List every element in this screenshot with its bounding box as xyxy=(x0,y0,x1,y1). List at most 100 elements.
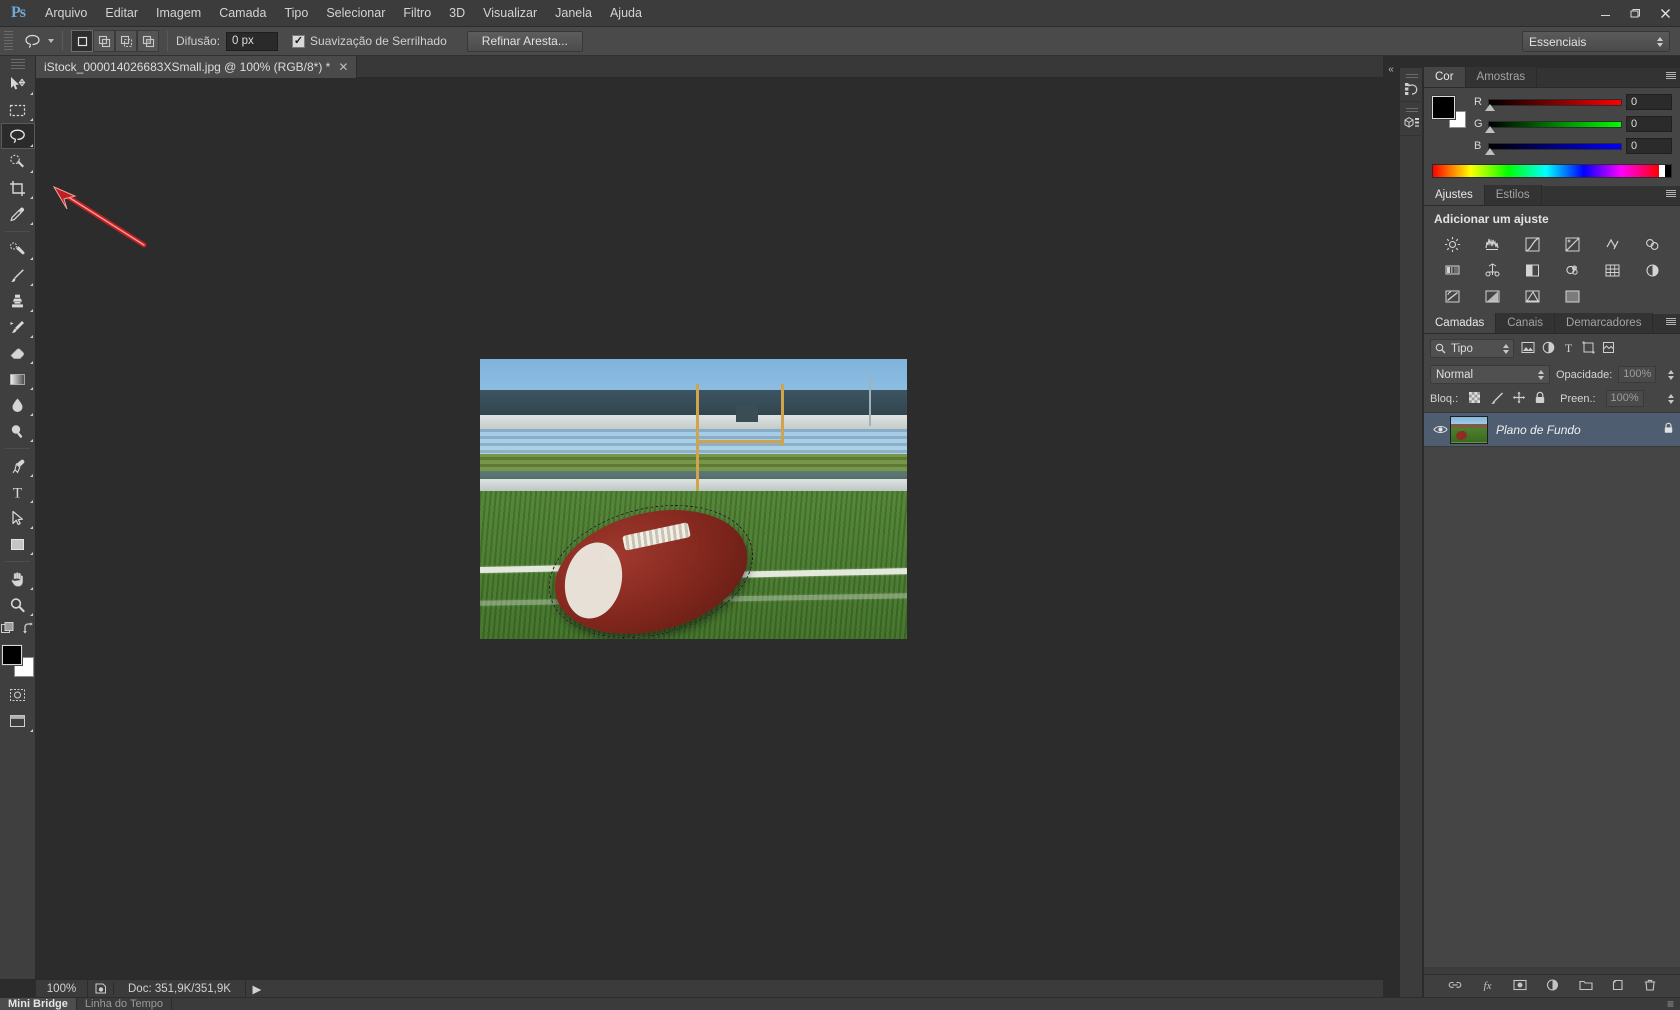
dodge-tool[interactable] xyxy=(1,418,35,444)
vibrance-icon[interactable] xyxy=(1601,234,1623,254)
menu-visualizar[interactable]: Visualizar xyxy=(474,0,546,27)
photo-filter-icon[interactable] xyxy=(1521,260,1543,280)
feather-input[interactable]: 0 px xyxy=(226,31,279,51)
menu-editar[interactable]: Editar xyxy=(96,0,147,27)
layer-style-icon[interactable]: fx xyxy=(1481,979,1494,994)
rectangular-marquee-tool[interactable] xyxy=(1,97,35,123)
tab-canais[interactable]: Canais xyxy=(1496,313,1556,333)
layers-panel-menu-icon[interactable] xyxy=(1666,318,1676,325)
tab-demarcadores[interactable]: Demarcadores xyxy=(1555,313,1654,333)
delete-layer-icon[interactable] xyxy=(1644,979,1656,994)
layer-name-label[interactable]: Plano de Fundo xyxy=(1496,423,1663,437)
pixel-layer-filter-icon[interactable] xyxy=(1521,341,1535,357)
curves-icon[interactable] xyxy=(1521,234,1543,254)
lasso-tool[interactable] xyxy=(0,123,35,149)
black-white-icon[interactable] xyxy=(1481,260,1503,280)
zoom-level-field[interactable]: 100% xyxy=(36,979,88,998)
menu-3d[interactable]: 3D xyxy=(440,0,474,27)
lock-all-icon[interactable] xyxy=(1534,391,1546,407)
opacity-value[interactable]: 100% xyxy=(1618,366,1657,383)
color-balance-icon[interactable] xyxy=(1441,260,1463,280)
clone-stamp-tool[interactable] xyxy=(1,288,35,314)
crop-tool[interactable] xyxy=(1,175,35,201)
history-brush-tool[interactable] xyxy=(1,314,35,340)
workspace-selector[interactable]: Essenciais xyxy=(1522,31,1670,52)
document-image-football-field[interactable] xyxy=(480,359,907,639)
close-button[interactable] xyxy=(1650,0,1680,27)
channel-mixer-icon[interactable] xyxy=(1561,260,1583,280)
path-selection-tool[interactable] xyxy=(1,505,35,531)
layer-filter-stepper-icon[interactable] xyxy=(1503,343,1509,354)
layer-filter-type-select[interactable]: Tipo xyxy=(1430,339,1514,358)
green-value-field[interactable]: 0 xyxy=(1626,116,1672,132)
subtract-from-selection-button[interactable] xyxy=(115,30,137,52)
link-layers-icon[interactable] xyxy=(1448,979,1462,994)
new-group-icon[interactable] xyxy=(1579,979,1593,994)
hand-tool[interactable] xyxy=(1,566,35,592)
horizontal-type-tool[interactable]: T xyxy=(1,479,35,505)
smart-object-filter-icon[interactable] xyxy=(1602,341,1615,357)
color-panel-foreground-swatch[interactable] xyxy=(1431,95,1456,120)
gradient-tool[interactable] xyxy=(1,366,35,392)
lock-position-icon[interactable] xyxy=(1512,391,1526,407)
close-icon[interactable]: ✕ xyxy=(338,60,348,74)
tab-estilos[interactable]: Estilos xyxy=(1484,185,1542,205)
eraser-tool[interactable] xyxy=(1,340,35,366)
color-panel-menu-icon[interactable] xyxy=(1666,72,1676,79)
antialias-checkbox[interactable]: ✓ xyxy=(292,34,306,48)
color-spectrum-ramp[interactable] xyxy=(1432,164,1672,178)
hue-saturation-icon[interactable] xyxy=(1641,234,1663,254)
blend-mode-stepper-icon[interactable] xyxy=(1538,369,1544,380)
fill-stepper-icon[interactable] xyxy=(1668,393,1674,404)
tab-linha-do-tempo[interactable]: Linha do Tempo xyxy=(76,997,172,1010)
adjustment-layer-filter-icon[interactable] xyxy=(1542,341,1555,357)
edit-in-quick-mask-icon[interactable] xyxy=(0,622,15,638)
tool-preset-chevron-icon[interactable] xyxy=(48,39,54,43)
minimize-button[interactable] xyxy=(1590,0,1620,27)
opacity-stepper-icon[interactable] xyxy=(1668,369,1674,380)
football-object[interactable] xyxy=(534,485,768,639)
menu-tipo[interactable]: Tipo xyxy=(275,0,317,27)
menu-imagem[interactable]: Imagem xyxy=(147,0,210,27)
menu-filtro[interactable]: Filtro xyxy=(394,0,440,27)
red-value-field[interactable]: 0 xyxy=(1626,94,1672,110)
move-tool[interactable] xyxy=(1,71,35,97)
restore-button[interactable] xyxy=(1620,0,1650,27)
quick-mask-mode-button[interactable] xyxy=(1,682,35,708)
color-swatches[interactable] xyxy=(0,644,35,678)
zoom-tool[interactable] xyxy=(1,592,35,618)
refine-edge-button[interactable]: Refinar Aresta... xyxy=(466,30,583,52)
quick-selection-tool[interactable] xyxy=(1,149,35,175)
menu-arquivo[interactable]: Arquivo xyxy=(36,0,96,27)
swap-colors-icon[interactable] xyxy=(22,622,35,638)
new-selection-button[interactable] xyxy=(71,30,93,52)
tab-cor[interactable]: Cor xyxy=(1424,67,1466,87)
foreground-color-swatch[interactable] xyxy=(0,644,23,666)
menu-camada[interactable]: Camada xyxy=(210,0,275,27)
document-tab[interactable]: iStock_000014026683XSmall.jpg @ 100% (RG… xyxy=(36,56,358,78)
bottom-bar-menu-icon[interactable]: ≡ xyxy=(1667,997,1680,1010)
brightness-contrast-icon[interactable] xyxy=(1441,234,1463,254)
intersect-with-selection-button[interactable] xyxy=(137,30,159,52)
selective-color-icon[interactable] xyxy=(1561,286,1583,306)
blue-slider-track[interactable] xyxy=(1485,142,1622,155)
pen-tool[interactable] xyxy=(1,453,35,479)
tab-ajustes[interactable]: Ajustes xyxy=(1424,185,1485,205)
menu-janela[interactable]: Janela xyxy=(546,0,601,27)
canvas-area[interactable] xyxy=(36,78,1383,979)
rectangle-tool[interactable] xyxy=(1,531,35,557)
lock-transparent-pixels-icon[interactable] xyxy=(1468,391,1481,407)
shape-layer-filter-icon[interactable] xyxy=(1582,341,1595,357)
lock-image-pixels-icon[interactable] xyxy=(1489,391,1504,407)
red-slider-track[interactable] xyxy=(1485,98,1622,111)
color-panel-swatches[interactable] xyxy=(1431,95,1466,128)
status-expand-icon[interactable]: ▶ xyxy=(246,982,268,996)
color-lookup-icon[interactable] xyxy=(1601,260,1623,280)
blur-tool[interactable] xyxy=(1,392,35,418)
blue-value-field[interactable]: 0 xyxy=(1626,138,1672,154)
options-bar-grip[interactable] xyxy=(4,31,13,51)
document-settings-icon[interactable] xyxy=(88,982,114,995)
layer-visibility-eye-icon[interactable] xyxy=(1430,424,1450,435)
layer-thumbnail[interactable] xyxy=(1450,415,1488,444)
menu-selecionar[interactable]: Selecionar xyxy=(317,0,394,27)
